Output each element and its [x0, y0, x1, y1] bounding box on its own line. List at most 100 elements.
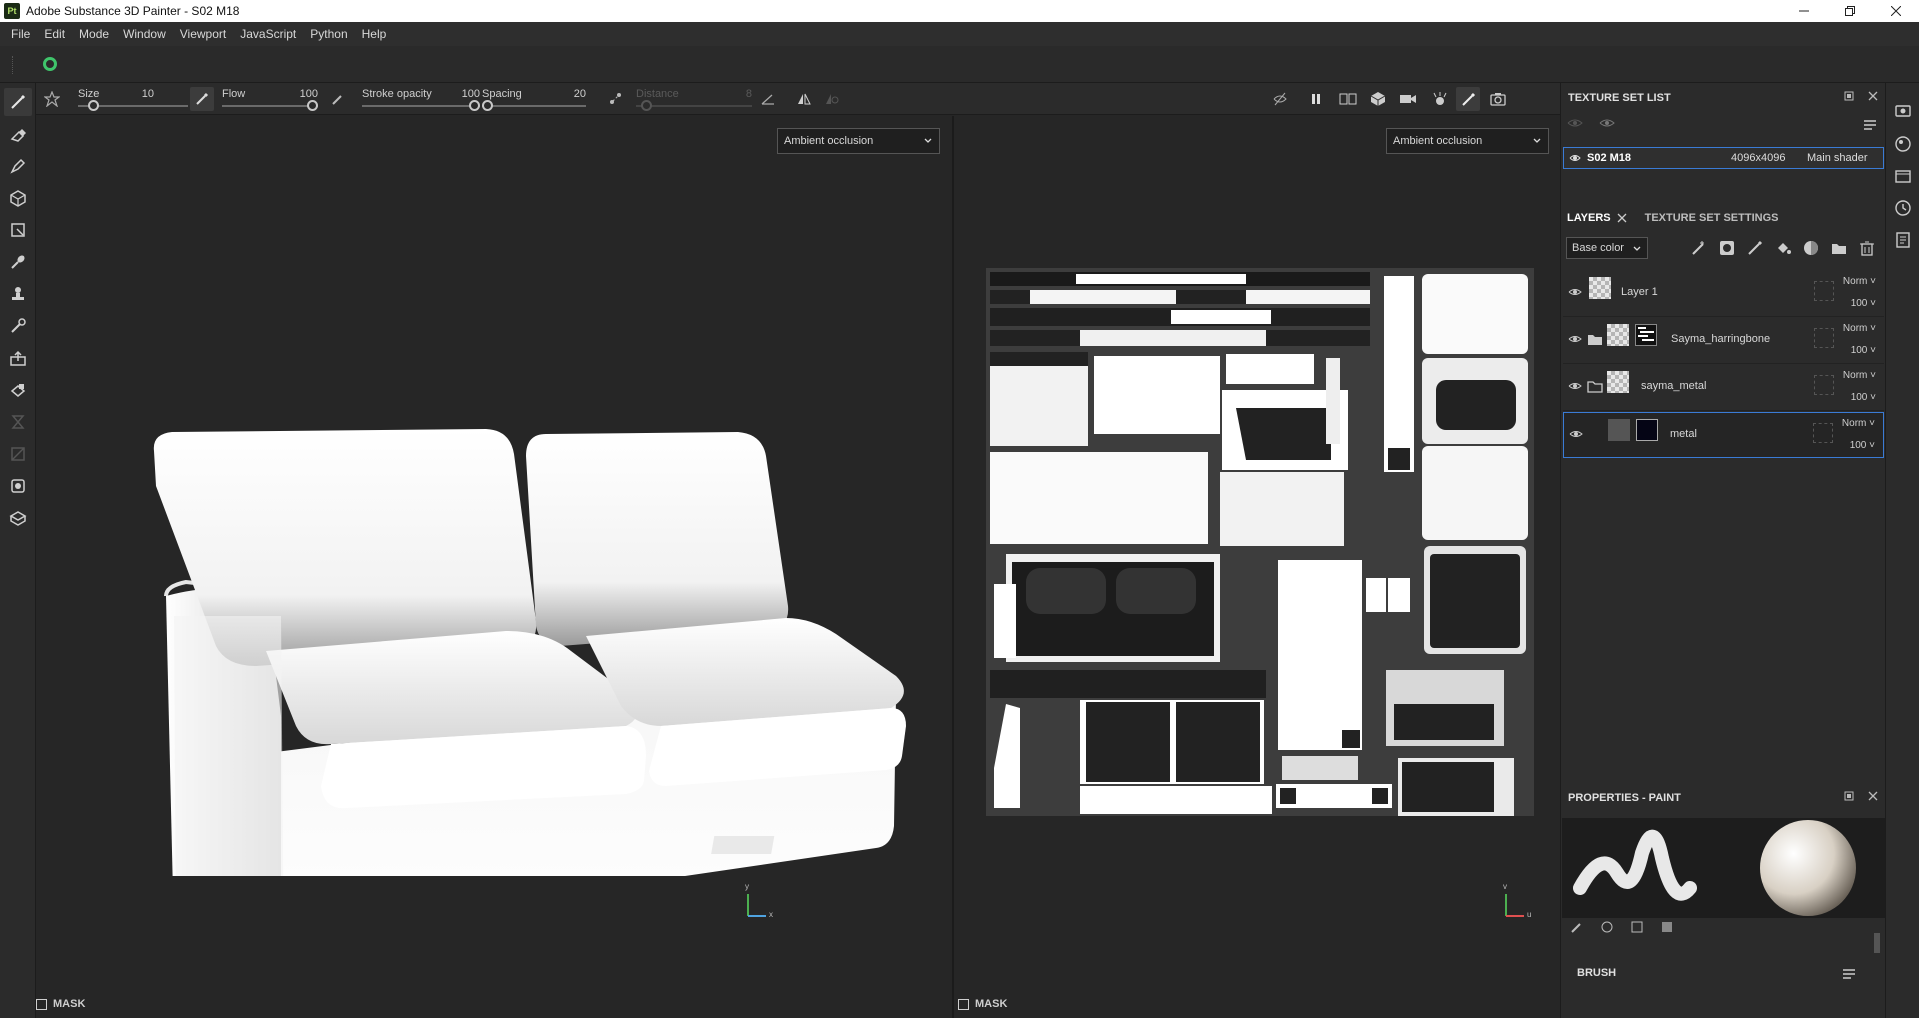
- layer-row-selected[interactable]: metal Norm ˅ 100 ˅: [1563, 412, 1884, 458]
- menu-edit[interactable]: Edit: [37, 27, 72, 41]
- flow-slider[interactable]: [222, 105, 318, 107]
- add-mask-icon[interactable]: [1719, 240, 1735, 256]
- stroke-opacity-slider-handle[interactable]: [469, 100, 480, 111]
- mask-checkbox[interactable]: [958, 998, 969, 1010]
- smudge-tool-button[interactable]: [4, 248, 32, 276]
- uv-tool-button[interactable]: [4, 472, 32, 500]
- channel-dropdown[interactable]: Base color: [1566, 237, 1648, 259]
- eye-icon[interactable]: [1568, 334, 1582, 344]
- close-icon[interactable]: [1868, 791, 1878, 801]
- add-folder-icon[interactable]: [1831, 240, 1847, 256]
- spacing-slider-handle[interactable]: [482, 100, 493, 111]
- size-slider-handle[interactable]: [87, 100, 99, 111]
- eraser-tool-button[interactable]: [4, 120, 32, 148]
- log-icon[interactable]: [1894, 231, 1912, 249]
- paint-tool-button[interactable]: [4, 88, 32, 116]
- folder-open-icon[interactable]: [1587, 379, 1603, 393]
- layer-name[interactable]: Layer 1: [1621, 286, 1658, 298]
- eye-icon[interactable]: [1569, 153, 1581, 163]
- polygon-fill-button[interactable]: [4, 216, 32, 244]
- layer-row[interactable]: Sayma_harringbone Norm ˅ 100 ˅: [1563, 318, 1884, 364]
- screenshot-button[interactable]: [1486, 87, 1510, 111]
- mask-checkbox[interactable]: [36, 998, 47, 1010]
- image-icon[interactable]: [1631, 921, 1643, 933]
- layer-mask-slot[interactable]: [1813, 423, 1833, 443]
- menu-file[interactable]: File: [4, 27, 37, 41]
- 2d-uv-viewport[interactable]: Ambient occlusion v u MASK: [954, 116, 1560, 1018]
- geometry-fill-button[interactable]: [4, 184, 32, 212]
- delete-layer-icon[interactable]: [1859, 240, 1875, 256]
- tab-texture-set-settings[interactable]: TEXTURE SET SETTINGS: [1639, 212, 1785, 224]
- 3d-channel-dropdown[interactable]: Ambient occlusion: [777, 128, 940, 154]
- eye-icon[interactable]: [1569, 429, 1583, 439]
- layer-opacity[interactable]: 100 ˅: [1851, 345, 1876, 356]
- camera-settings-button[interactable]: [1396, 87, 1420, 111]
- layer-blend-mode[interactable]: Norm ˅: [1843, 323, 1876, 334]
- gradient-icon[interactable]: [1661, 921, 1673, 933]
- popout-icon[interactable]: [1844, 791, 1854, 801]
- projection-tool-button[interactable]: [4, 152, 32, 180]
- iray-render-button[interactable]: [1428, 87, 1452, 111]
- size-pen-pressure-toggle[interactable]: [190, 87, 214, 111]
- flow-pen-pressure-toggle[interactable]: [326, 87, 350, 111]
- color-picker-button[interactable]: [4, 312, 32, 340]
- layer-opacity[interactable]: 100 ˅: [1851, 392, 1876, 403]
- size-value[interactable]: 10: [128, 88, 154, 100]
- 2d-channel-dropdown[interactable]: Ambient occlusion: [1386, 128, 1549, 154]
- 3d-view-button[interactable]: [1366, 87, 1390, 111]
- menu-javascript[interactable]: JavaScript: [233, 27, 303, 41]
- texture-set-shader[interactable]: Main shader: [1807, 152, 1868, 164]
- hide-ui-toggle[interactable]: [1268, 87, 1292, 111]
- add-smart-material-icon[interactable]: [1803, 240, 1819, 256]
- history-icon[interactable]: [1894, 199, 1912, 217]
- stroke-opacity-slider[interactable]: [362, 105, 480, 107]
- plugin-status-icon[interactable]: [43, 57, 57, 71]
- flow-slider-handle[interactable]: [307, 100, 318, 111]
- menu-help[interactable]: Help: [355, 27, 394, 41]
- menu-icon[interactable]: [1863, 119, 1877, 131]
- layer-name[interactable]: metal: [1670, 428, 1697, 440]
- 2d-mask-toggle[interactable]: MASK: [958, 998, 1007, 1010]
- brush-preset-button[interactable]: [40, 87, 64, 111]
- layer-mask-slot[interactable]: [1814, 281, 1834, 301]
- layer-opacity[interactable]: 100 ˅: [1850, 440, 1875, 451]
- layer-row[interactable]: sayma_metal Norm ˅ 100 ˅: [1563, 365, 1884, 411]
- add-paint-layer-icon[interactable]: [1747, 240, 1763, 256]
- assets-icon[interactable]: [1894, 167, 1912, 185]
- layer-mask-slot[interactable]: [1814, 375, 1834, 395]
- lazy-mouse-toggle[interactable]: [604, 87, 628, 111]
- pause-button[interactable]: [1304, 87, 1328, 111]
- menu-window[interactable]: Window: [116, 27, 173, 41]
- spacing-value[interactable]: 20: [560, 88, 586, 100]
- layer-blend-mode[interactable]: Norm ˅: [1842, 418, 1875, 429]
- eye-icon[interactable]: [1568, 381, 1582, 391]
- close-icon[interactable]: [1617, 213, 1627, 223]
- brush-menu-icon[interactable]: [1842, 968, 1856, 980]
- symmetry-toggle[interactable]: [792, 87, 816, 111]
- shelf-grip[interactable]: [12, 56, 14, 74]
- popout-icon[interactable]: [1844, 91, 1854, 101]
- folder-icon[interactable]: [1587, 332, 1603, 346]
- spacing-slider[interactable]: [482, 105, 586, 107]
- tab-layers[interactable]: LAYERS: [1561, 212, 1617, 224]
- bake-button[interactable]: [4, 376, 32, 404]
- texture-set-row[interactable]: S02 M18 4096x4096 Main shader: [1563, 147, 1884, 169]
- 3d-viewport[interactable]: Ambient occlusion y x MASK: [36, 116, 952, 1018]
- eye-icon[interactable]: [1568, 287, 1582, 297]
- layer-mask-slot[interactable]: [1814, 328, 1834, 348]
- maximize-button[interactable]: [1827, 0, 1873, 22]
- split-view-button[interactable]: [1336, 87, 1360, 111]
- layer-name[interactable]: sayma_metal: [1641, 380, 1706, 392]
- add-fill-layer-icon[interactable]: [1775, 240, 1791, 256]
- menu-python[interactable]: Python: [303, 27, 354, 41]
- menu-viewport[interactable]: Viewport: [173, 27, 233, 41]
- shader-settings-icon[interactable]: [1894, 135, 1912, 153]
- eye-hidden-icon[interactable]: [1567, 117, 1583, 129]
- eye-icon[interactable]: [1599, 117, 1615, 129]
- flow-value[interactable]: 100: [292, 88, 318, 100]
- layer-opacity[interactable]: 100 ˅: [1851, 298, 1876, 309]
- paint-mode-button[interactable]: [1456, 87, 1480, 111]
- properties-scrollbar[interactable]: [1874, 933, 1880, 953]
- add-effect-icon[interactable]: [1691, 240, 1707, 256]
- close-icon[interactable]: [1868, 91, 1878, 101]
